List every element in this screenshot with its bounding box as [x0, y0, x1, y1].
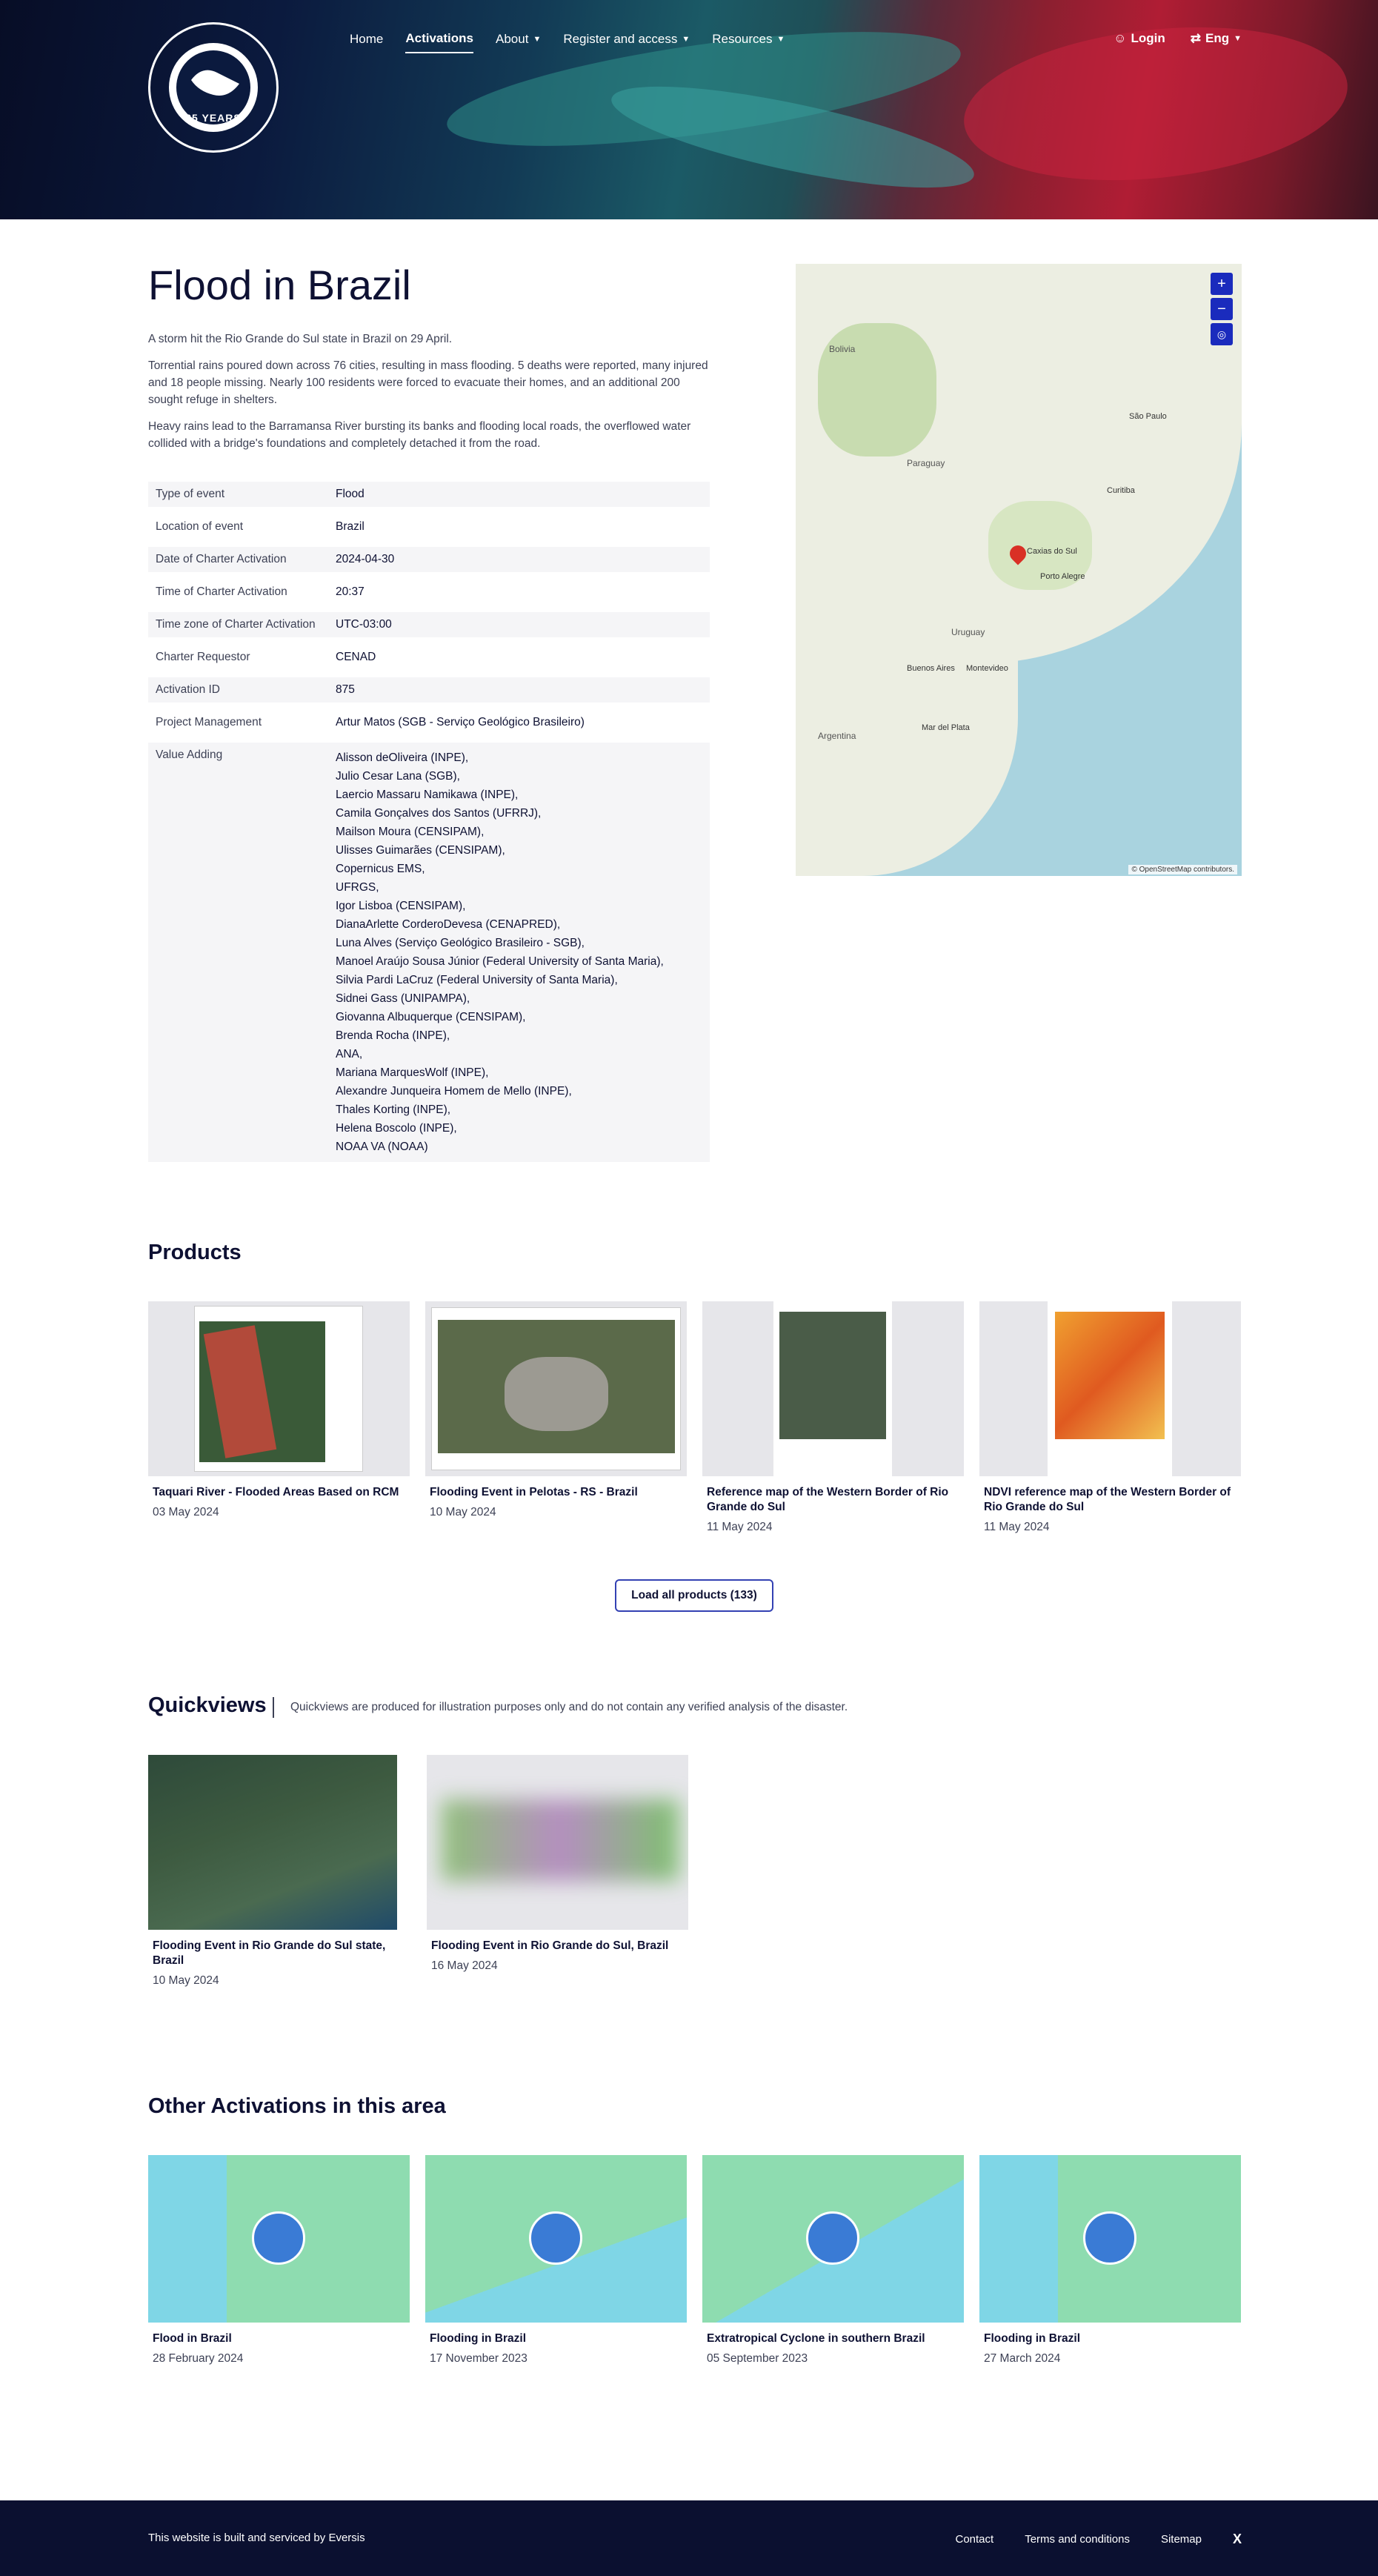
map-label-mar-del-plata: Mar del Plata	[922, 723, 970, 732]
detail-row-date: Date of Charter Activation 2024-04-30	[148, 547, 710, 572]
quickview-thumbnail	[148, 1755, 397, 1930]
footer-contact-link[interactable]: Contact	[956, 2533, 994, 2546]
product-card[interactable]: Reference map of the Western Border of R…	[702, 1301, 964, 1534]
nav-register-access[interactable]: Register and access ▼	[563, 31, 690, 53]
quickview-card[interactable]: Flooding Event in Rio Grande do Sul stat…	[148, 1755, 397, 1988]
quickviews-list: Flooding Event in Rio Grande do Sul stat…	[148, 1755, 1242, 1988]
intro-paragraph: Heavy rains lead to the Barramansa River…	[148, 420, 691, 450]
language-selector[interactable]: ⇄ Eng ▼	[1191, 31, 1242, 52]
detail-row-activation-id: Activation ID 875	[148, 677, 710, 703]
activation-card[interactable]: Flooding in Brazil 27 March 2024	[979, 2155, 1241, 2366]
products-list: Taquari River - Flooded Areas Based on R…	[148, 1301, 1242, 1534]
activation-card[interactable]: Extratropical Cyclone in southern Brazil…	[702, 2155, 964, 2366]
activation-card[interactable]: Flooding in Brazil 17 November 2023	[425, 2155, 687, 2366]
quickviews-note: Quickviews are produced for illustration…	[273, 1697, 848, 1718]
map-label-montevideo: Montevideo	[966, 664, 1008, 673]
quickview-card[interactable]: Flooding Event in Rio Grande do Sul, Bra…	[427, 1755, 688, 1988]
zoom-in-button[interactable]: +	[1211, 273, 1233, 295]
detail-row-requestor: Charter Requestor CENAD	[156, 651, 376, 663]
map-label-buenos-aires: Buenos Aires	[907, 664, 955, 673]
quickview-thumbnail	[427, 1755, 688, 1930]
user-icon: ☺	[1114, 31, 1127, 45]
map-label-porto-alegre: Porto Alegre	[1040, 572, 1085, 581]
other-activations-list: Flood in Brazil 28 February 2024 Floodin…	[148, 2155, 1242, 2366]
intro-text: A storm hit the Rio Grande do Sul state …	[148, 331, 711, 462]
chevron-down-icon: ▼	[1234, 34, 1242, 43]
user-bar: ☺ Login ⇄ Eng ▼	[1114, 31, 1242, 52]
nav-about[interactable]: About ▼	[496, 31, 541, 53]
chevron-down-icon: ▼	[533, 35, 542, 44]
page-title: Flood in Brazil	[148, 262, 411, 308]
chevron-down-icon: ▼	[776, 35, 785, 44]
detail-row-type: Type of event Flood	[148, 482, 710, 507]
nav-home[interactable]: Home	[350, 31, 383, 53]
map-label-curitiba: Curitiba	[1107, 486, 1135, 495]
footer-terms-link[interactable]: Terms and conditions	[1025, 2533, 1130, 2546]
x-social-icon[interactable]: X	[1233, 2532, 1242, 2547]
map-label-bolivia: Bolivia	[829, 344, 856, 354]
product-thumbnail	[979, 1301, 1241, 1476]
login-link[interactable]: ☺ Login	[1114, 31, 1165, 52]
detail-row-location: Location of event Brazil	[156, 520, 365, 533]
location-map[interactable]: Bolivia Paraguay Argentina Uruguay Porto…	[796, 264, 1242, 876]
detail-row-timezone: Time zone of Charter Activation UTC-03:00	[148, 612, 710, 637]
load-all-products-button[interactable]: Load all products (133)	[615, 1579, 773, 1612]
activation-thumbnail	[702, 2155, 964, 2323]
detail-row-time: Time of Charter Activation 20:37	[156, 585, 365, 598]
intro-paragraph: Torrential rains poured down across 76 c…	[148, 359, 708, 406]
footer-built-by: This website is built and serviced by Ev…	[148, 2532, 365, 2544]
activation-thumbnail	[979, 2155, 1241, 2323]
activation-thumbnail	[425, 2155, 687, 2323]
nav-resources[interactable]: Resources ▼	[712, 31, 785, 53]
activation-card[interactable]: Flood in Brazil 28 February 2024	[148, 2155, 410, 2366]
product-thumbnail	[148, 1301, 410, 1476]
map-attribution[interactable]: © OpenStreetMap contributors.	[1128, 865, 1237, 874]
logo-text: 25 YEARS	[185, 112, 242, 124]
translate-icon: ⇄	[1190, 31, 1201, 45]
map-label-argentina: Argentina	[818, 731, 856, 741]
map-forest	[818, 323, 936, 457]
flood-icon	[529, 2211, 582, 2265]
charter-logo[interactable]: 25 YEARS	[148, 22, 279, 153]
activation-thumbnail	[148, 2155, 410, 2323]
map-label-uruguay: Uruguay	[951, 627, 985, 637]
chevron-down-icon: ▼	[682, 35, 690, 44]
footer-sitemap-link[interactable]: Sitemap	[1161, 2533, 1202, 2546]
map-label-sao-paulo: São Paulo	[1129, 412, 1167, 421]
detail-row-value-adding: Value Adding Alisson deOliveira (INPE), …	[148, 743, 710, 1162]
flood-icon	[252, 2211, 305, 2265]
map-label-paraguay: Paraguay	[907, 458, 945, 468]
product-card[interactable]: Flooding Event in Pelotas - RS - Brazil …	[425, 1301, 687, 1534]
other-activations-title: Other Activations in this area	[148, 2094, 446, 2118]
value-adding-list: Alisson deOliveira (INPE), Julio Cesar L…	[336, 751, 664, 1153]
activation-details: Type of event Flood Location of event Braz…	[148, 482, 710, 1169]
product-thumbnail	[425, 1301, 687, 1476]
footer-links: Contact Terms and conditions Sitemap X	[956, 2532, 1242, 2547]
quickviews-title: Quickviews	[148, 1693, 267, 1717]
detail-row-project-management: Project Management Artur Matos (SGB - Ser…	[156, 716, 585, 728]
flood-icon	[1083, 2211, 1136, 2265]
zoom-out-button[interactable]: −	[1211, 298, 1233, 320]
footer: This website is built and serviced by Ev…	[0, 2500, 1378, 2576]
product-thumbnail	[702, 1301, 964, 1476]
products-title: Products	[148, 1241, 242, 1264]
flood-icon	[806, 2211, 859, 2265]
main-nav: Home Activations About ▼ Register and acc…	[350, 31, 785, 53]
map-label-caxias-do-sul: Caxias do Sul	[1027, 547, 1077, 556]
intro-paragraph: A storm hit the Rio Grande do Sul state …	[148, 333, 453, 345]
product-card[interactable]: NDVI reference map of the Western Border…	[979, 1301, 1241, 1534]
nav-activations[interactable]: Activations	[405, 31, 473, 53]
locate-icon[interactable]: ◎	[1211, 323, 1233, 345]
product-card[interactable]: Taquari River - Flooded Areas Based on R…	[148, 1301, 410, 1534]
map-land	[796, 649, 1018, 876]
header-banner: 25 YEARS Home Activations About ▼ Registe…	[0, 0, 1378, 219]
